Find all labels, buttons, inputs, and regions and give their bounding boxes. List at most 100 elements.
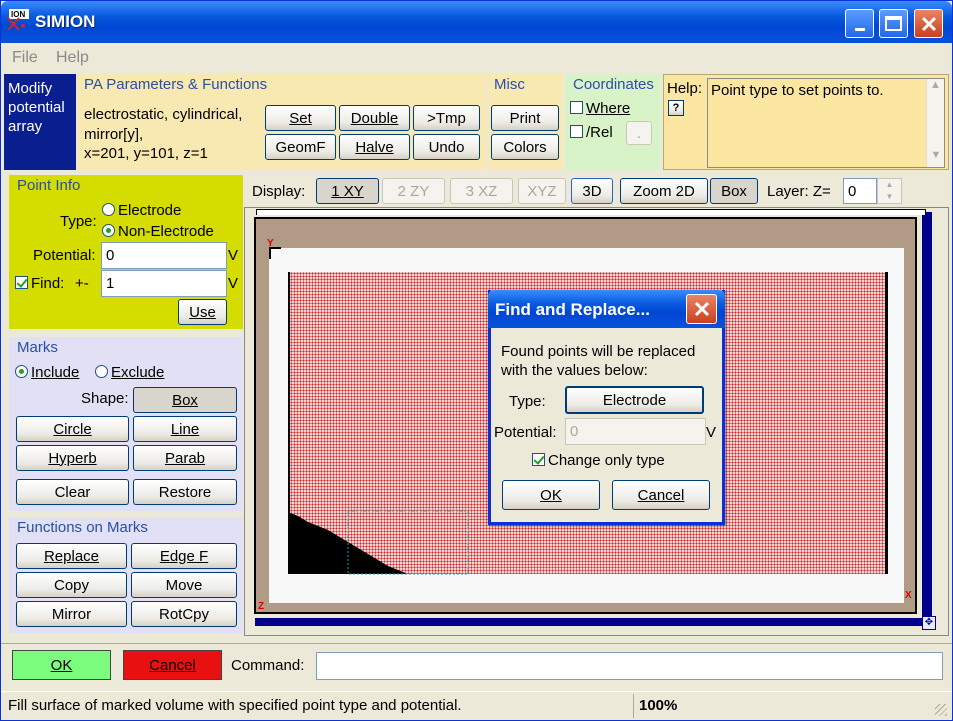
title-bar[interactable]: ION SIMION xyxy=(1,1,952,43)
view-3d-button[interactable]: 3D xyxy=(571,178,613,204)
status-divider xyxy=(633,694,634,718)
non-electrode-radio[interactable]: Non-Electrode xyxy=(102,223,214,240)
minimize-button[interactable] xyxy=(845,9,874,38)
coords-small-label: . xyxy=(636,124,642,142)
main-cancel-label: Cancel xyxy=(149,656,196,674)
where-label: Where xyxy=(586,100,631,117)
print-button[interactable]: Print xyxy=(491,105,559,131)
line-label: Line xyxy=(170,420,200,438)
main-cancel-button[interactable]: Cancel xyxy=(123,650,222,680)
point-info-panel: Point Info Type: Electrode Non-Electrode… xyxy=(9,175,243,329)
move-button[interactable]: Move xyxy=(131,572,237,598)
find-tolerance-value: 1 xyxy=(106,275,115,292)
menu-file[interactable]: File xyxy=(12,49,38,67)
horizontal-scrollbar[interactable] xyxy=(255,618,922,626)
find-checkbox[interactable]: Find: xyxy=(15,275,64,292)
dialog-ok-button[interactable]: OK xyxy=(502,480,600,510)
scroll-down-icon[interactable]: ▼ xyxy=(927,149,945,167)
zoom-2d-button[interactable]: Zoom 2D xyxy=(620,178,708,204)
dialog-type-button[interactable]: Electrode xyxy=(565,386,704,414)
layer-spinner[interactable]: ▲ ▼ xyxy=(877,178,902,204)
use-button[interactable]: Use xyxy=(178,299,227,325)
dialog-title-bar[interactable]: Find and Replace... xyxy=(488,290,725,328)
dialog-ok-label: OK xyxy=(540,486,562,504)
rel-checkbox[interactable]: /Rel xyxy=(570,124,613,141)
zoom-2d-label: Zoom 2D xyxy=(633,182,695,200)
box-view-button[interactable]: Box xyxy=(710,178,758,204)
help-question-button[interactable]: ? xyxy=(668,100,684,116)
view-zy-button[interactable]: 2 ZY xyxy=(382,178,445,204)
circle-button[interactable]: Circle xyxy=(16,416,129,442)
coords-small-button[interactable]: . xyxy=(626,121,652,145)
x-axis-label: X xyxy=(905,590,912,601)
edgef-button[interactable]: Edge F xyxy=(131,543,237,569)
dialog-potential-input[interactable]: 0 xyxy=(565,418,706,445)
view-xyz-button[interactable]: XYZ xyxy=(518,178,566,204)
change-only-type-checkbox[interactable]: Change only type xyxy=(532,452,665,469)
undo-label: Undo xyxy=(428,138,465,156)
set-button[interactable]: Set xyxy=(265,105,336,131)
help-text-box[interactable]: Point type to set points to. ▲ ▼ xyxy=(707,78,945,168)
colors-button[interactable]: Colors xyxy=(491,134,559,160)
print-label: Print xyxy=(509,109,541,127)
restore-button[interactable]: Restore xyxy=(133,479,237,505)
command-input[interactable] xyxy=(316,652,943,680)
copy-button[interactable]: Copy xyxy=(16,572,127,598)
hyperb-button[interactable]: Hyperb xyxy=(16,445,129,471)
geomf-label: GeomF xyxy=(275,138,326,156)
exclude-label: Exclude xyxy=(111,364,165,381)
non-electrode-radio-dot xyxy=(102,224,115,237)
coords-title: Coordinates xyxy=(573,76,654,93)
status-bar: Fill surface of marked volume with speci… xyxy=(1,691,952,720)
dialog-potential-value: 0 xyxy=(570,423,579,440)
misc-panel: Misc Print Colors xyxy=(488,74,563,170)
restore-label: Restore xyxy=(158,483,212,501)
view-xz-button[interactable]: 3 XZ xyxy=(450,178,513,204)
find-tolerance-input[interactable]: 1 xyxy=(101,270,227,297)
dialog-cancel-button[interactable]: Cancel xyxy=(612,480,710,510)
where-checkbox[interactable]: Where xyxy=(570,100,630,117)
close-button[interactable] xyxy=(914,9,943,38)
help-scrollbar[interactable]: ▲ ▼ xyxy=(926,79,944,167)
main-ok-button[interactable]: OK xyxy=(12,650,111,680)
halve-button[interactable]: Halve xyxy=(339,134,410,160)
layer-input[interactable]: 0 xyxy=(843,178,877,204)
find-label: Find: xyxy=(31,275,65,292)
menu-bar: File Help xyxy=(1,45,952,73)
tmp-button[interactable]: >Tmp xyxy=(413,105,480,131)
vertical-scrollbar[interactable] xyxy=(922,212,932,618)
scroll-up-icon[interactable]: ▲ xyxy=(927,79,944,97)
geomf-button[interactable]: GeomF xyxy=(265,134,336,160)
pa-desc-line2: mirror[y], xyxy=(84,126,144,143)
electrode-radio[interactable]: Electrode xyxy=(102,202,181,219)
resize-grip-icon[interactable] xyxy=(935,704,947,716)
spin-up-icon[interactable]: ▲ xyxy=(878,179,901,191)
status-zoom: 100% xyxy=(639,697,678,714)
replace-button[interactable]: Replace xyxy=(16,543,127,569)
view-xy-button[interactable]: 1 XY xyxy=(316,178,379,204)
line-button[interactable]: Line xyxy=(133,416,237,442)
pan-icon[interactable]: ✥ xyxy=(922,616,936,630)
where-check-box xyxy=(570,101,583,114)
simion-window: ION SIMION File Help Modify potential ar… xyxy=(0,0,953,721)
include-radio[interactable]: Include xyxy=(15,364,79,381)
double-button[interactable]: Double xyxy=(339,105,410,131)
mirror-label: Mirror xyxy=(51,605,92,623)
misc-title: Misc xyxy=(494,76,525,93)
parab-button[interactable]: Parab xyxy=(133,445,237,471)
menu-help[interactable]: Help xyxy=(56,49,89,67)
mirror-button[interactable]: Mirror xyxy=(16,601,127,627)
undo-button[interactable]: Undo xyxy=(413,134,480,160)
exclude-radio[interactable]: Exclude xyxy=(95,364,164,381)
clear-button[interactable]: Clear xyxy=(16,479,129,505)
box-shape-button[interactable]: Box xyxy=(133,387,237,413)
maximize-button[interactable] xyxy=(879,9,908,38)
view-area[interactable]: ✥ Y X Z Find and Replace... Found points… xyxy=(244,207,949,636)
hyperb-label: Hyperb xyxy=(48,449,97,467)
simion-app-icon: ION xyxy=(7,9,29,31)
change-only-type-box xyxy=(532,453,545,466)
dialog-close-button[interactable] xyxy=(686,294,717,324)
rotcpy-button[interactable]: RotCpy xyxy=(131,601,237,627)
spin-down-icon[interactable]: ▼ xyxy=(878,191,901,203)
potential-input[interactable]: 0 xyxy=(101,242,227,269)
